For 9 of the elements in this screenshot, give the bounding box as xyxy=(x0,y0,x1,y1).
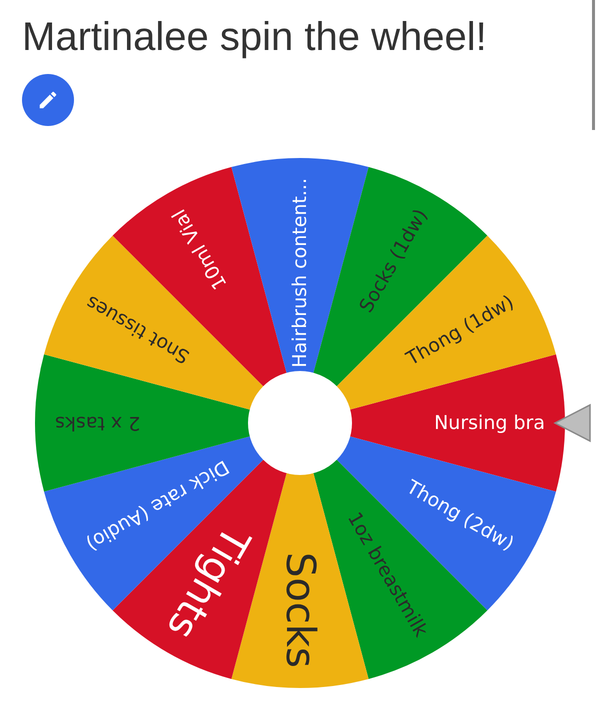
wheel-pointer xyxy=(553,404,591,442)
segment-label: 2 x tasks xyxy=(55,412,140,434)
wheel-hub[interactable] xyxy=(248,371,352,475)
segment-label: Hairbrush content... xyxy=(289,178,311,368)
pencil-icon xyxy=(37,89,59,111)
edit-button[interactable] xyxy=(22,74,74,126)
segment-label: Socks xyxy=(277,552,323,668)
page-title: Martinalee spin the wheel! xyxy=(21,14,488,61)
segment-label: Nursing bra xyxy=(434,412,545,434)
